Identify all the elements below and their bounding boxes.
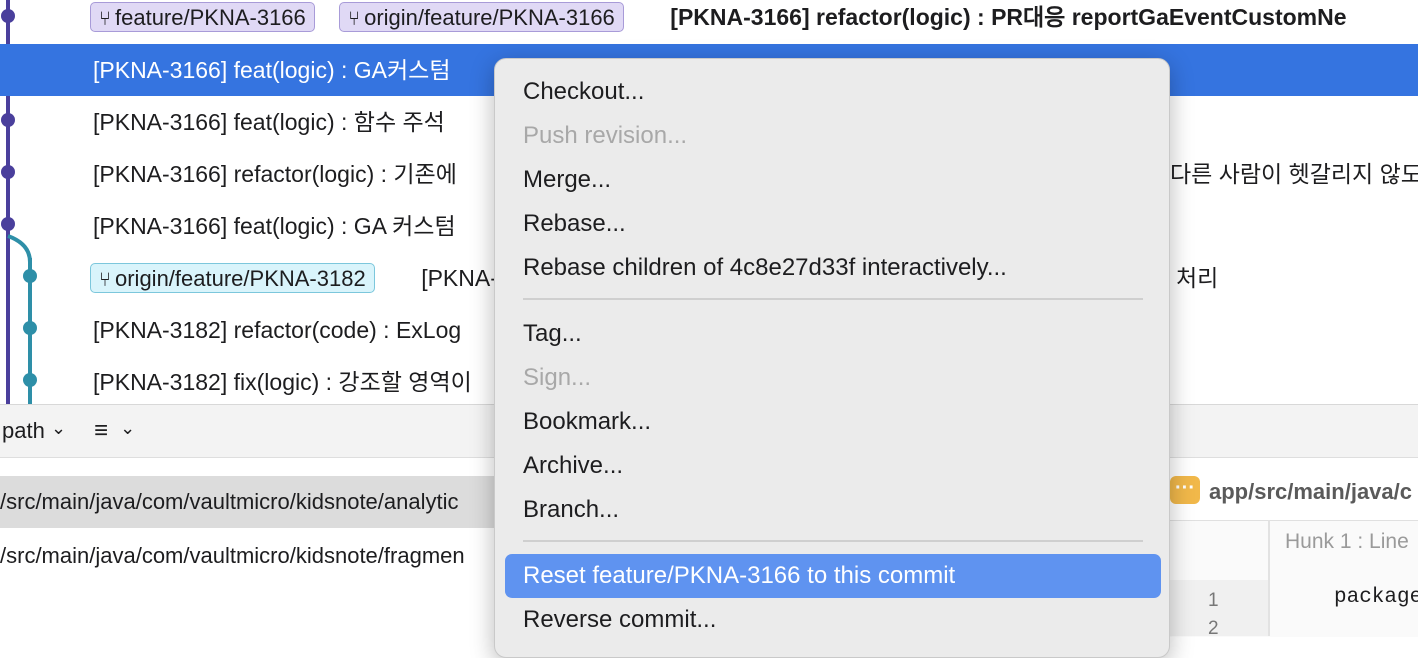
menu-item-sign: Sign... [523,364,592,391]
view-mode-dropdown[interactable]: ≡ ⌄ [94,405,135,457]
branch-icon: ⑂ [99,269,111,291]
path-label: path [2,418,45,443]
menu-item-merge[interactable]: Merge... [505,158,1161,202]
diff-code-line: package [1334,586,1418,609]
branch-icon: ⑂ [348,8,361,30]
file-row[interactable]: /src/main/java/com/vaultmicro/kidsnote/f… [0,530,500,582]
commit-message: [PKNA- [421,265,498,291]
commit-message-tail: 다른 사람이 헷갈리지 않도 [1170,161,1418,187]
menu-separator [523,298,1143,300]
branch-tag[interactable]: ⑂ origin/feature/PKNA-3182 [90,263,375,293]
commit-message-tail: 처리 [1176,265,1219,291]
menu-item-bookmark[interactable]: Bookmark... [505,400,1161,444]
hunk-label: Hunk 1 : Line [1285,530,1409,553]
context-menu: Checkout... Push revision... Merge... Rebas… [494,58,1170,658]
menu-item-checkout[interactable]: Checkout... [505,70,1161,114]
menu-item-rebase-children-of-4c8e27d33f-interactively[interactable]: Rebase children of 4c8e27d33f interactiv… [505,246,1161,290]
commit-message: [PKNA-3166] feat(logic) : 함수 주석 [93,109,445,135]
branch-tag-label: origin/feature/PKNA-3166 [364,5,615,30]
line-number: 1 [1208,590,1219,611]
diff-divider [1268,520,1270,636]
menu-item-archive[interactable]: Archive... [505,444,1161,488]
file-row[interactable]: /src/main/java/com/vaultmicro/kidsnote/a… [0,476,500,528]
file-path: /src/main/java/com/vaultmicro/kidsnote/f… [0,543,465,568]
branch-tag[interactable]: ⑂ origin/feature/PKNA-3166 [339,2,624,32]
file-path: /src/main/java/com/vaultmicro/kidsnote/a… [0,489,459,514]
commit-message: [PKNA-3182] refactor(code) : ExLog [93,317,462,343]
menu-item-reverse-commit[interactable]: Reverse commit... [505,598,1161,642]
commit-message: [PKNA-3182] fix(logic) : 강조할 영역이 [93,369,472,395]
menu-separator [523,540,1143,542]
menu-item-rebase[interactable]: Rebase... [505,202,1161,246]
menu-item-reset-feature-pkna-3166-to-this-commit[interactable]: Reset feature/PKNA-3166 to this commit [505,554,1161,598]
menu-item-push-revision: Push revision... [523,122,688,149]
path-dropdown[interactable]: path ⌄ [2,405,66,457]
diff-file-path: app/src/main/java/c [1209,479,1412,504]
commit-message: [PKNA-3166] refactor(logic) : 기존에 [93,161,457,187]
chevron-down-icon: ⌄ [120,418,136,438]
more-icon[interactable]: ··· [1170,476,1200,504]
branch-icon: ⑂ [99,8,111,30]
branch-tag-label: feature/PKNA-3166 [115,5,306,30]
branch-tag[interactable]: ⑂ feature/PKNA-3166 [90,2,315,32]
branch-tag-label: origin/feature/PKNA-3182 [115,266,366,291]
commit-row[interactable]: ⑂ feature/PKNA-3166 ⑂ origin/feature/PKNA-3… [0,0,1418,43]
menu-item-branch[interactable]: Branch... [505,488,1161,532]
chevron-down-icon: ⌄ [50,418,67,438]
commit-message: [PKNA-3166] feat(logic) : GA커스텀 [93,57,451,83]
line-number: 2 [1208,618,1219,639]
commit-message: [PKNA-3166] feat(logic) : GA 커스텀 [93,213,456,239]
list-icon: ≡ [94,417,109,444]
commit-message: [PKNA-3166] refactor(logic) : PR대응 repor… [670,4,1347,30]
menu-item-tag[interactable]: Tag... [505,312,1161,356]
